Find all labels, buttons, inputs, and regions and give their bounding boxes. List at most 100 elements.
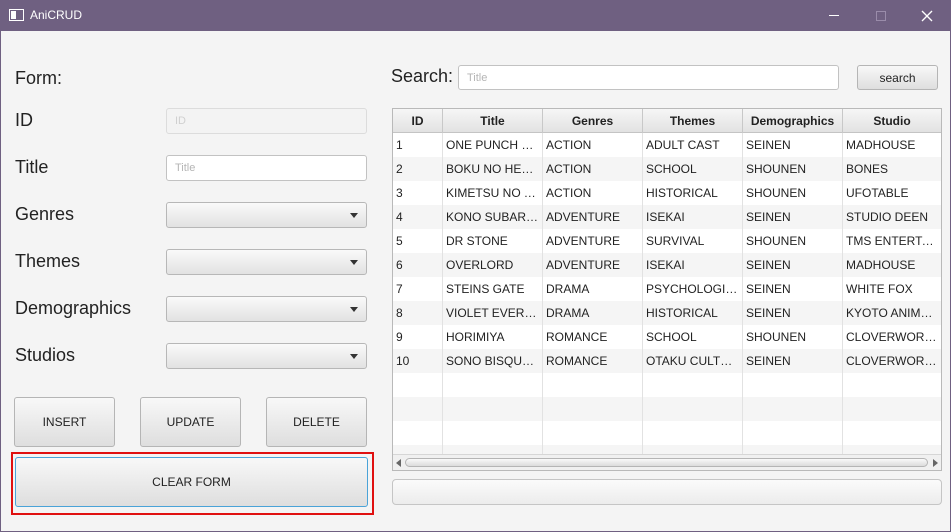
table-cell (643, 373, 743, 397)
search-label: Search: (391, 66, 454, 86)
table-cell: 8 (393, 301, 443, 325)
studios-label: Studios (15, 345, 76, 365)
table-cell: PSYCHOLOGICAL (643, 277, 743, 301)
demographics-select[interactable] (166, 296, 367, 322)
table-cell: STUDIO DEEN (846, 210, 929, 224)
table-cell: ACTION (543, 133, 643, 157)
table-cell: STEINS GATE (443, 277, 543, 301)
table-cell: MADHOUSE (846, 258, 916, 272)
themes-select[interactable] (166, 249, 367, 275)
table-cell: TMS ENTERTAI... (846, 234, 941, 248)
table-row[interactable]: 10 SONO BISQUE ... ROMANCE OTAKU CULTURE SEI… (393, 349, 941, 373)
studios-select[interactable] (166, 343, 367, 369)
genres-select[interactable] (166, 202, 367, 228)
insert-button[interactable]: INSERT (14, 397, 115, 447)
table-cell: 2 (393, 157, 443, 181)
horizontal-scrollbar[interactable] (393, 454, 941, 470)
maximize-button[interactable] (858, 0, 904, 31)
column-header-studio[interactable]: Studio (843, 109, 941, 133)
delete-button[interactable]: DELETE (266, 397, 367, 447)
table-cell: SURVIVAL (643, 229, 743, 253)
table-cell: ACTION (543, 181, 643, 205)
table-cell (543, 373, 643, 397)
table-cell: KONO SUBARA... (443, 205, 543, 229)
themes-label: Themes (15, 251, 81, 271)
table-cell: SEINEN (743, 205, 843, 229)
table-row[interactable] (393, 421, 941, 445)
table-row[interactable]: 2 BOKU NO HER... ACTION SCHOOL SHOUNEN BONES (393, 157, 941, 181)
table-cell: SEINEN (743, 133, 843, 157)
table-cell: SCHOOL (643, 325, 743, 349)
table-cell (743, 373, 843, 397)
search-input[interactable]: Title (458, 65, 839, 90)
status-field (392, 479, 942, 505)
close-button[interactable] (904, 0, 950, 31)
scrollbar-thumb[interactable] (405, 458, 928, 467)
table-cell: SHOUNEN (743, 229, 843, 253)
chevron-down-icon (350, 307, 358, 312)
column-header-genres[interactable]: Genres (543, 109, 643, 133)
search-button[interactable]: search (857, 65, 938, 90)
table-cell: HORIMIYA (443, 325, 543, 349)
table-row[interactable]: 3 KIMETSU NO Y... ACTION HISTORICAL SHOUNEN U… (393, 181, 941, 205)
title-field[interactable]: Title (166, 155, 367, 181)
table-row[interactable] (393, 397, 941, 421)
demographics-label: Demographics (15, 298, 132, 318)
table-row[interactable]: 4 KONO SUBARA... ADVENTURE ISEKAI SEINEN STUD… (393, 205, 941, 229)
minimize-icon (829, 15, 839, 16)
table-cell (443, 421, 543, 445)
table-cell (393, 421, 443, 445)
scroll-right-icon[interactable] (933, 459, 938, 467)
table-cell: MADHOUSE (846, 138, 916, 152)
table-cell (443, 397, 543, 421)
table-cell: ADVENTURE (543, 253, 643, 277)
table-cell: WHITE FOX (846, 282, 913, 296)
table-cell: ADVENTURE (543, 229, 643, 253)
table-cell: 3 (393, 181, 443, 205)
column-header-title[interactable]: Title (443, 109, 543, 133)
table-cell: BOKU NO HER... (443, 157, 543, 181)
table-cell: HISTORICAL (643, 181, 743, 205)
table-row[interactable]: 7 STEINS GATE DRAMA PSYCHOLOGICAL SEINEN WHIT… (393, 277, 941, 301)
table-cell: UFOTABLE (846, 186, 909, 200)
table-cell: 7 (393, 277, 443, 301)
table-cell (543, 397, 643, 421)
column-header-themes[interactable]: Themes (643, 109, 743, 133)
table-row[interactable]: 9 HORIMIYA ROMANCE SCHOOL SHOUNEN CLOVERWORKS (393, 325, 941, 349)
anime-table[interactable]: ID Title Genres Themes Demographics Stud… (392, 108, 942, 471)
genres-label: Genres (15, 204, 75, 224)
table-cell: VIOLET EVERGA... (443, 301, 543, 325)
id-label: ID (15, 110, 33, 130)
table-row[interactable] (393, 373, 941, 397)
chevron-down-icon (350, 213, 358, 218)
table-cell: KYOTO ANIMA... (846, 306, 939, 320)
table-row[interactable]: 5 DR STONE ADVENTURE SURVIVAL SHOUNEN TMS ENT… (393, 229, 941, 253)
clear-form-button[interactable]: CLEAR FORM (15, 457, 368, 507)
table-cell (743, 421, 843, 445)
table-row[interactable]: 8 VIOLET EVERGA... DRAMA HISTORICAL SEINEN KY… (393, 301, 941, 325)
chevron-down-icon (350, 354, 358, 359)
table-cell: CLOVERWORKS (846, 354, 941, 368)
table-header: ID Title Genres Themes Demographics Stud… (393, 109, 941, 133)
table-cell: SEINEN (743, 253, 843, 277)
column-header-id[interactable]: ID (393, 109, 443, 133)
table-cell (543, 421, 643, 445)
table-cell: SEINEN (743, 277, 843, 301)
table-row[interactable]: 6 OVERLORD ADVENTURE ISEKAI SEINEN MADHOUSE (393, 253, 941, 277)
id-field[interactable]: ID (166, 108, 367, 134)
table-cell: SHOUNEN (743, 157, 843, 181)
window-title: AniCRUD (30, 8, 83, 22)
table-cell: KIMETSU NO Y... (443, 181, 543, 205)
minimize-button[interactable] (811, 0, 857, 31)
table-cell (643, 421, 743, 445)
table-cell: SONO BISQUE ... (443, 349, 543, 373)
scroll-left-icon[interactable] (396, 459, 401, 467)
table-body: 1 ONE PUNCH M... ACTION ADULT CAST SEINEN MAD… (393, 133, 941, 469)
table-row[interactable]: 1 ONE PUNCH M... ACTION ADULT CAST SEINEN MAD… (393, 133, 941, 157)
app-client-area: Form: ID ID Title Title Genres Themes De… (1, 31, 950, 531)
form-heading: Form: (15, 68, 62, 88)
column-header-demographics[interactable]: Demographics (743, 109, 843, 133)
table-cell: CLOVERWORKS (846, 330, 941, 344)
update-button[interactable]: UPDATE (140, 397, 241, 447)
maximize-icon (876, 10, 886, 21)
